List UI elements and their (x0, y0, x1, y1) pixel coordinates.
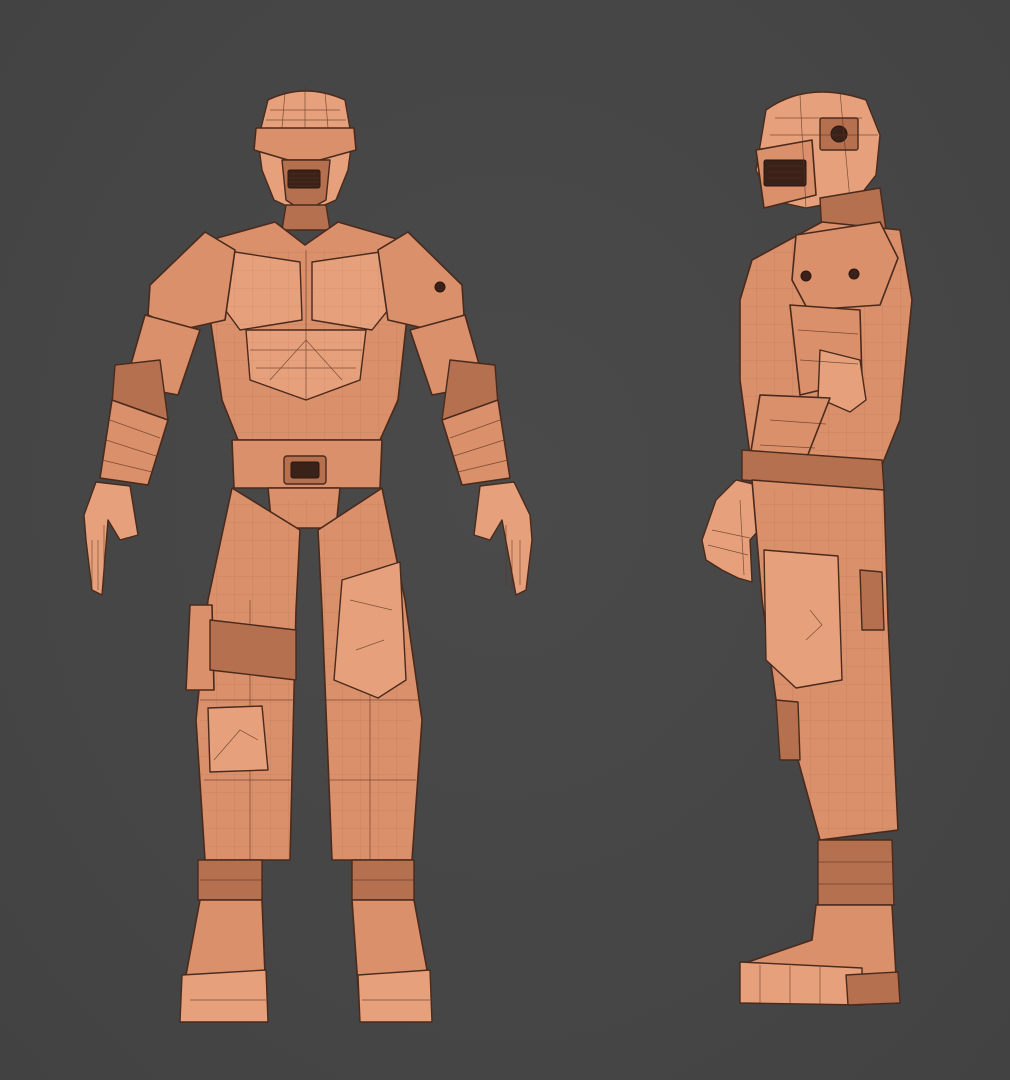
side-view-model (701, 91, 913, 1006)
helmet-front (253, 86, 357, 215)
front-view-model (83, 86, 533, 1023)
character-model-views (83, 86, 913, 1023)
boots-front (179, 859, 433, 1023)
boot-side (739, 839, 901, 1006)
viewport-3d[interactable] (0, 0, 1010, 1080)
